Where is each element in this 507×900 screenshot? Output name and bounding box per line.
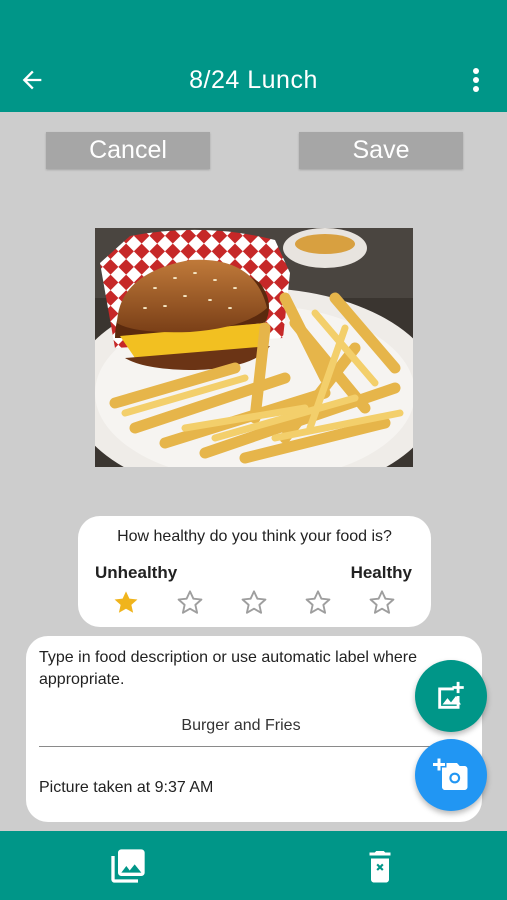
delete-icon <box>369 851 391 883</box>
food-description-input[interactable] <box>39 706 443 747</box>
rating-question: How healthy do you think your food is? <box>117 528 392 545</box>
overflow-menu-button[interactable] <box>460 62 492 98</box>
delete-button[interactable] <box>358 844 402 888</box>
app-bar: 8/24 Lunch <box>0 0 507 112</box>
picture-timestamp: Picture taken at 9:37 AM <box>39 779 214 796</box>
healthiness-rating-card: How healthy do you think your food is? U… <box>78 516 431 627</box>
take-photo-fab[interactable] <box>415 739 487 811</box>
description-hint: Type in food description or use automati… <box>39 649 417 688</box>
rating-max-label: Healthy <box>350 563 412 582</box>
bottom-bar <box>0 831 507 900</box>
add-camera-icon <box>433 758 468 790</box>
add-photo-icon <box>438 681 464 709</box>
food-description-card: Type in food description or use automati… <box>26 636 482 822</box>
star-outline-icon[interactable] <box>176 589 204 617</box>
photo-library-icon <box>111 849 145 883</box>
food-photo-image <box>95 228 413 467</box>
page-title: 8/24 Lunch <box>189 66 318 94</box>
star-outline-icon[interactable] <box>368 589 396 617</box>
more-vert-icon <box>473 68 479 92</box>
star-filled-icon[interactable] <box>112 589 140 617</box>
star-outline-icon[interactable] <box>240 589 268 617</box>
star-outline-icon[interactable] <box>304 589 332 617</box>
food-photo <box>95 228 413 467</box>
rating-min-label: Unhealthy <box>95 563 178 582</box>
cancel-button[interactable]: Cancel <box>46 132 210 169</box>
save-button[interactable]: Save <box>299 132 463 169</box>
open-gallery-button[interactable] <box>106 844 150 888</box>
add-from-gallery-fab[interactable] <box>415 660 487 732</box>
arrow-left-icon <box>22 70 42 90</box>
back-button[interactable] <box>14 62 50 98</box>
